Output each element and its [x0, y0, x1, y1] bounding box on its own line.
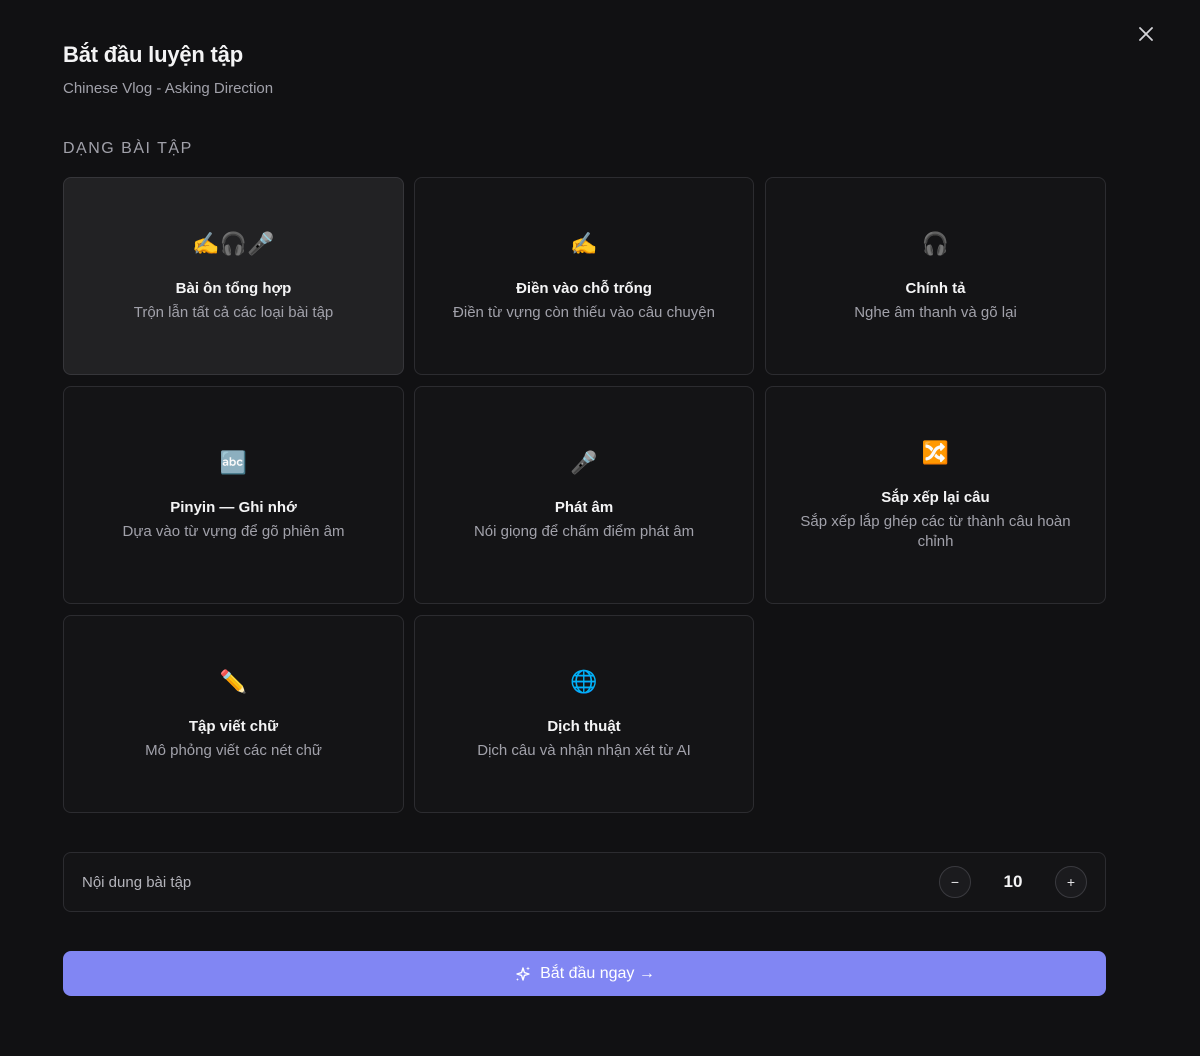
- close-icon: [1139, 27, 1153, 41]
- exercise-type-heading: DẠNG BÀI TẬP: [63, 140, 193, 157]
- modal-title: Bắt đầu luyện tập: [63, 42, 243, 67]
- exercise-card-title: Chính tả: [905, 279, 966, 297]
- exercise-card-translation[interactable]: 🌐 Dịch thuật Dịch câu và nhận nhận xét t…: [414, 615, 754, 813]
- globe-icon: 🌐: [570, 668, 598, 694]
- exercise-card-handwriting[interactable]: ✏️ Tập viết chữ Mô phỏng viết các nét ch…: [63, 615, 404, 813]
- exercise-card-fill-blank[interactable]: ✍️ Điền vào chỗ trống Điền từ vựng còn t…: [414, 177, 754, 375]
- exercise-card-title: Điền vào chỗ trống: [516, 279, 652, 297]
- sparkles-icon: [516, 966, 531, 981]
- exercise-card-pinyin[interactable]: 🔤 Pinyin — Ghi nhớ Dựa vào từ vựng để gõ…: [63, 386, 404, 604]
- increment-button[interactable]: +: [1055, 866, 1087, 898]
- practice-modal: Bắt đầu luyện tập Chinese Vlog - Asking …: [0, 0, 1200, 1056]
- exercise-card-sentence-order[interactable]: 🔀 Sắp xếp lại câu Sắp xếp lắp ghép các t…: [765, 386, 1106, 604]
- quantity-value: 10: [1003, 872, 1023, 891]
- exercise-card-title: Dịch thuật: [547, 717, 621, 735]
- microphone-icon: 🎤: [570, 449, 598, 475]
- quantity-stepper: − 10 +: [939, 866, 1087, 898]
- exercise-content-label: Nội dung bài tập: [82, 873, 192, 891]
- start-now-button[interactable]: Bắt đầu ngay →: [63, 951, 1106, 996]
- exercise-content-row: Nội dung bài tập − 10 +: [63, 852, 1106, 912]
- decrement-button[interactable]: −: [939, 866, 971, 898]
- exercise-card-description: Nghe âm thanh và gõ lại: [854, 303, 1017, 321]
- pencil-icon: ✏️: [219, 668, 248, 694]
- exercise-card-title: Sắp xếp lại câu: [881, 488, 990, 506]
- close-button[interactable]: [1134, 22, 1158, 46]
- modal-subtitle: Chinese Vlog - Asking Direction: [63, 80, 274, 97]
- exercise-card-description: Dựa vào từ vựng để gõ phiên âm: [122, 522, 345, 540]
- exercise-card-title: Pinyin — Ghi nhớ: [170, 498, 297, 516]
- exercise-card-mixed-review[interactable]: ✍️🎧🎤 Bài ôn tổng hợp Trộn lẫn tất cả các…: [63, 177, 404, 375]
- exercise-card-description: Dịch câu và nhận nhận xét từ AI: [477, 741, 691, 759]
- writing-hand-icon: ✍️: [570, 230, 598, 256]
- exercise-card-description: Sắp xếp lắp ghép các từ thành câu hoàn c…: [800, 512, 1071, 550]
- start-now-label: Bắt đầu ngay →: [540, 964, 655, 982]
- exercise-card-description: Điền từ vựng còn thiếu vào câu chuyện: [453, 303, 715, 321]
- exercise-card-dictation[interactable]: 🎧 Chính tả Nghe âm thanh và gõ lại: [765, 177, 1106, 375]
- exercise-card-pronunciation[interactable]: 🎤 Phát âm Nói giọng để chấm điểm phát âm: [414, 386, 754, 604]
- abc-icon: 🔤: [219, 449, 248, 475]
- exercise-card-description: Nói giọng để chấm điểm phát âm: [473, 522, 695, 540]
- shuffle-icon: 🔀: [921, 439, 950, 465]
- exercise-card-title: Tập viết chữ: [188, 717, 279, 735]
- mixed-review-icon: ✍️🎧🎤: [192, 230, 275, 256]
- exercise-card-title: Bài ôn tổng hợp: [175, 279, 292, 297]
- exercise-card-description: Trộn lẫn tất cả các loại bài tập: [133, 303, 334, 321]
- exercise-card-description: Mô phỏng viết các nét chữ: [145, 741, 322, 759]
- headphones-icon: 🎧: [921, 230, 950, 256]
- exercise-card-title: Phát âm: [554, 498, 614, 516]
